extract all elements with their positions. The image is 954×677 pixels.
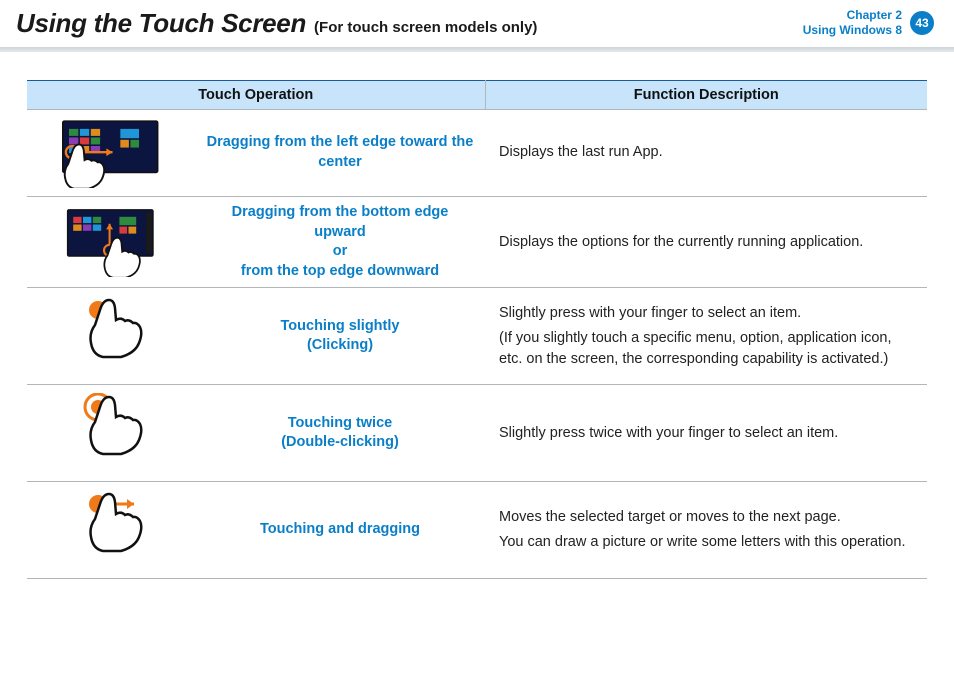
- illustration-cell: [27, 288, 195, 385]
- col-header-description: Function Description: [485, 81, 927, 110]
- operation-label: Dragging from the left edge toward the c…: [195, 110, 485, 197]
- desc-text: Moves the selected target or moves to th…: [499, 507, 917, 528]
- desc-text: (If you slightly touch a specific menu, …: [499, 328, 917, 370]
- table-row: Touching twice(Double-clicking) Slightly…: [27, 385, 927, 482]
- chapter-text: Chapter 2 Using Windows 8: [803, 8, 902, 38]
- description-cell: Slightly press with your finger to selec…: [485, 288, 927, 385]
- touch-drag-icon: [70, 490, 152, 570]
- page-number-badge: 43: [910, 11, 934, 35]
- desc-text: Slightly press with your finger to selec…: [499, 303, 917, 324]
- touch-operations-table: Touch Operation Function Description: [27, 80, 927, 579]
- illustration-cell: [27, 110, 195, 197]
- chapter-block: Chapter 2 Using Windows 8 43: [803, 8, 934, 38]
- description-cell: Moves the selected target or moves to th…: [485, 482, 927, 579]
- description-cell: Displays the options for the currently r…: [485, 197, 927, 288]
- illustration-cell: [27, 197, 195, 288]
- description-cell: Slightly press twice with your finger to…: [485, 385, 927, 482]
- chapter-line1: Chapter 2: [803, 8, 902, 23]
- description-cell: Displays the last run App.: [485, 110, 927, 197]
- operation-label: Touching and dragging: [195, 482, 485, 579]
- page-title: Using the Touch Screen: [16, 8, 306, 39]
- chapter-line2: Using Windows 8: [803, 23, 902, 38]
- table-row: Dragging from the left edge toward the c…: [27, 110, 927, 197]
- operation-label: Touching slightly(Clicking): [195, 288, 485, 385]
- drag-bottom-edge-icon: [31, 207, 191, 277]
- illustration-cell: [27, 482, 195, 579]
- illustration-cell: [27, 385, 195, 482]
- touch-click-icon: [70, 296, 152, 376]
- operation-label: Dragging from the bottom edge upwardorfr…: [195, 197, 485, 288]
- desc-text: Displays the options for the currently r…: [499, 232, 917, 253]
- table-row: Touching and dragging Moves the selected…: [27, 482, 927, 579]
- page-subtitle: (For touch screen models only): [314, 19, 537, 36]
- table-row: Dragging from the bottom edge upwardorfr…: [27, 197, 927, 288]
- drag-left-edge-icon: [31, 118, 191, 188]
- desc-text: Displays the last run App.: [499, 142, 917, 163]
- table-row: Touching slightly(Clicking) Slightly pre…: [27, 288, 927, 385]
- header-rule: [0, 47, 954, 52]
- page-header: Using the Touch Screen (For touch screen…: [0, 0, 954, 41]
- desc-text: You can draw a picture or write some let…: [499, 532, 917, 553]
- title-group: Using the Touch Screen (For touch screen…: [16, 8, 537, 39]
- col-header-operation: Touch Operation: [27, 81, 485, 110]
- desc-text: Slightly press twice with your finger to…: [499, 423, 917, 444]
- operation-label: Touching twice(Double-clicking): [195, 385, 485, 482]
- touch-double-click-icon: [70, 393, 152, 473]
